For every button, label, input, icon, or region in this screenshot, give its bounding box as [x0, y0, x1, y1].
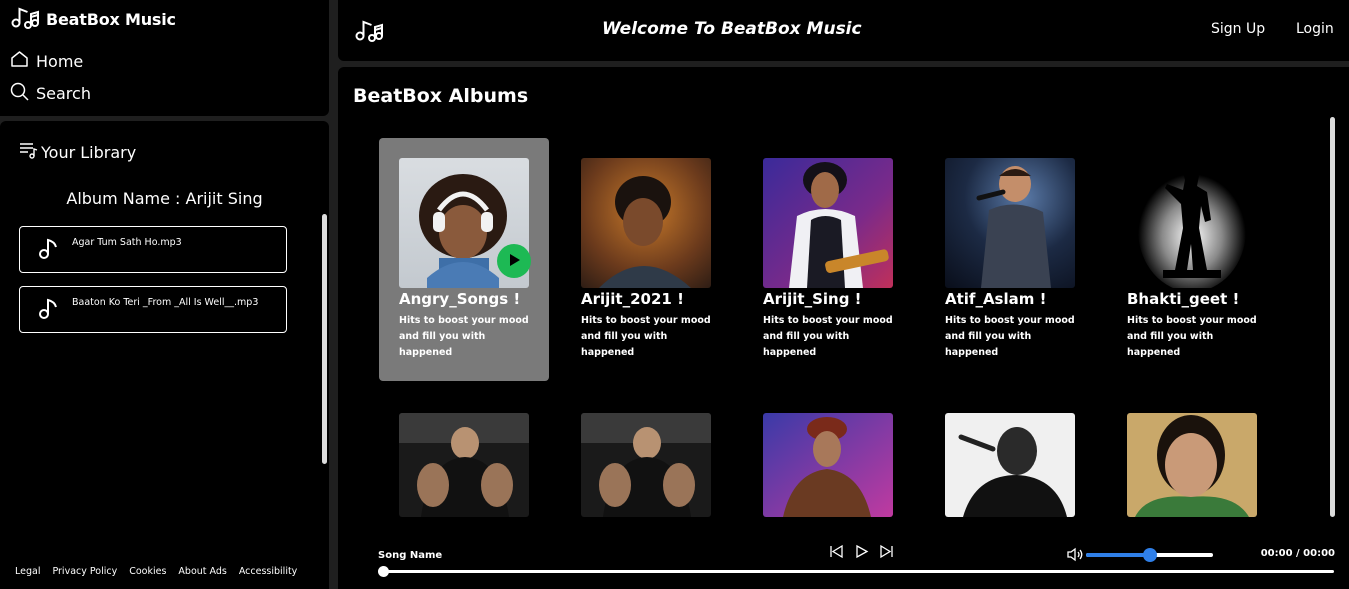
nav-search[interactable]: Search — [10, 82, 91, 105]
album-cover[interactable] — [945, 413, 1075, 517]
album-card-arijit-2021[interactable]: Arijit_2021 ! Hits to boost your mood an… — [561, 138, 731, 381]
footer-link-legal[interactable]: Legal — [15, 566, 40, 577]
library-song-title: Baaton Ko Teri _From _All Is Well__.mp3 — [72, 297, 259, 308]
album-cover[interactable] — [399, 413, 529, 517]
album-cover — [1127, 158, 1257, 288]
album-cover[interactable] — [1127, 413, 1257, 517]
album-cover[interactable] — [581, 413, 711, 517]
album-description: Hits to boost your mood and fill you wit… — [763, 315, 893, 358]
player-bar: Song Name 00:00 / 00:00 — [338, 535, 1349, 589]
progress-knob[interactable] — [378, 566, 389, 577]
footer-link-cookies[interactable]: Cookies — [129, 566, 166, 577]
volume-knob[interactable] — [1142, 548, 1157, 562]
nav-home-label: Home — [36, 51, 84, 71]
home-icon — [10, 50, 29, 72]
library-scrollbar[interactable] — [322, 214, 327, 464]
app-title: BeatBox Music — [46, 9, 176, 29]
music-note-icon — [36, 294, 64, 326]
music-notes-icon[interactable] — [354, 17, 384, 47]
play-button[interactable] — [497, 244, 531, 278]
signup-link[interactable]: Sign Up — [1211, 21, 1265, 37]
sidebar: BeatBox Music Home Search Your Library A… — [0, 0, 329, 589]
album-description: Hits to boost your mood and fill you wit… — [945, 315, 1075, 358]
playback-controls — [829, 544, 894, 563]
album-title: Angry_Songs ! — [399, 290, 521, 308]
brand[interactable]: BeatBox Music — [10, 4, 176, 34]
footer-link-about-ads[interactable]: About Ads — [178, 566, 226, 577]
footer-links: Legal Privacy Policy Cookies About Ads A… — [15, 566, 297, 577]
music-note-icon — [36, 234, 64, 266]
library-heading[interactable]: Your Library — [19, 141, 136, 163]
albums-section: BeatBox Albums Angry_Songs ! Hits to boo… — [338, 67, 1349, 589]
albums-scrollbar[interactable] — [1330, 117, 1335, 517]
album-cover — [581, 158, 711, 288]
album-card-atif-aslam[interactable]: Atif_Aslam ! Hits to boost your mood and… — [925, 138, 1095, 381]
nav-search-label: Search — [36, 84, 91, 103]
time-display: 00:00 / 00:00 — [1260, 548, 1335, 559]
album-name: Album Name : Arijit Sing — [66, 189, 263, 208]
album-title: Atif_Aslam ! — [945, 290, 1047, 308]
current-song-name: Song Name — [378, 550, 443, 561]
album-card-angry-songs[interactable]: Angry_Songs ! Hits to boost your mood an… — [379, 138, 549, 381]
next-icon[interactable] — [879, 544, 894, 563]
progress-bar[interactable] — [378, 566, 1334, 577]
library-song-title: Agar Tum Sath Ho.mp3 — [72, 237, 182, 248]
nav-home[interactable]: Home — [10, 50, 83, 72]
search-icon — [10, 82, 29, 105]
album-cover[interactable] — [763, 413, 893, 517]
library-song-item[interactable]: Baaton Ko Teri _From _All Is Well__.mp3 — [19, 286, 287, 333]
welcome-heading: Welcome To BeatBox Music — [602, 19, 862, 39]
album-title: Arijit_Sing ! — [763, 290, 862, 308]
album-cover — [763, 158, 893, 288]
volume-icon[interactable] — [1067, 547, 1084, 566]
login-link[interactable]: Login — [1296, 21, 1334, 37]
top-bar: Welcome To BeatBox Music Sign Up Login — [338, 0, 1349, 61]
album-description: Hits to boost your mood and fill you wit… — [581, 315, 711, 358]
previous-icon[interactable] — [829, 544, 844, 563]
library-song-item[interactable]: Agar Tum Sath Ho.mp3 — [19, 226, 287, 273]
footer-link-accessibility[interactable]: Accessibility — [239, 566, 297, 577]
albums-heading: BeatBox Albums — [353, 85, 529, 107]
play-icon[interactable] — [854, 544, 869, 563]
album-title: Bhakti_geet ! — [1127, 290, 1240, 308]
music-notes-icon — [10, 4, 40, 34]
album-card-arijit-sing[interactable]: Arijit_Sing ! Hits to boost your mood an… — [743, 138, 913, 381]
album-title: Arijit_2021 ! — [581, 290, 684, 308]
volume-slider[interactable] — [1086, 548, 1213, 562]
album-card-bhakti-geet[interactable]: Bhakti_geet ! Hits to boost your mood an… — [1107, 138, 1277, 381]
footer-link-privacy[interactable]: Privacy Policy — [52, 566, 117, 577]
volume-fill — [1086, 553, 1150, 557]
nav-panel: BeatBox Music Home Search — [0, 0, 329, 116]
playlist-icon — [19, 141, 39, 163]
album-cover — [945, 158, 1075, 288]
play-icon — [507, 252, 521, 271]
album-description: Hits to boost your mood and fill you wit… — [399, 315, 529, 358]
album-description: Hits to boost your mood and fill you wit… — [1127, 315, 1257, 358]
library-heading-label: Your Library — [41, 142, 137, 162]
